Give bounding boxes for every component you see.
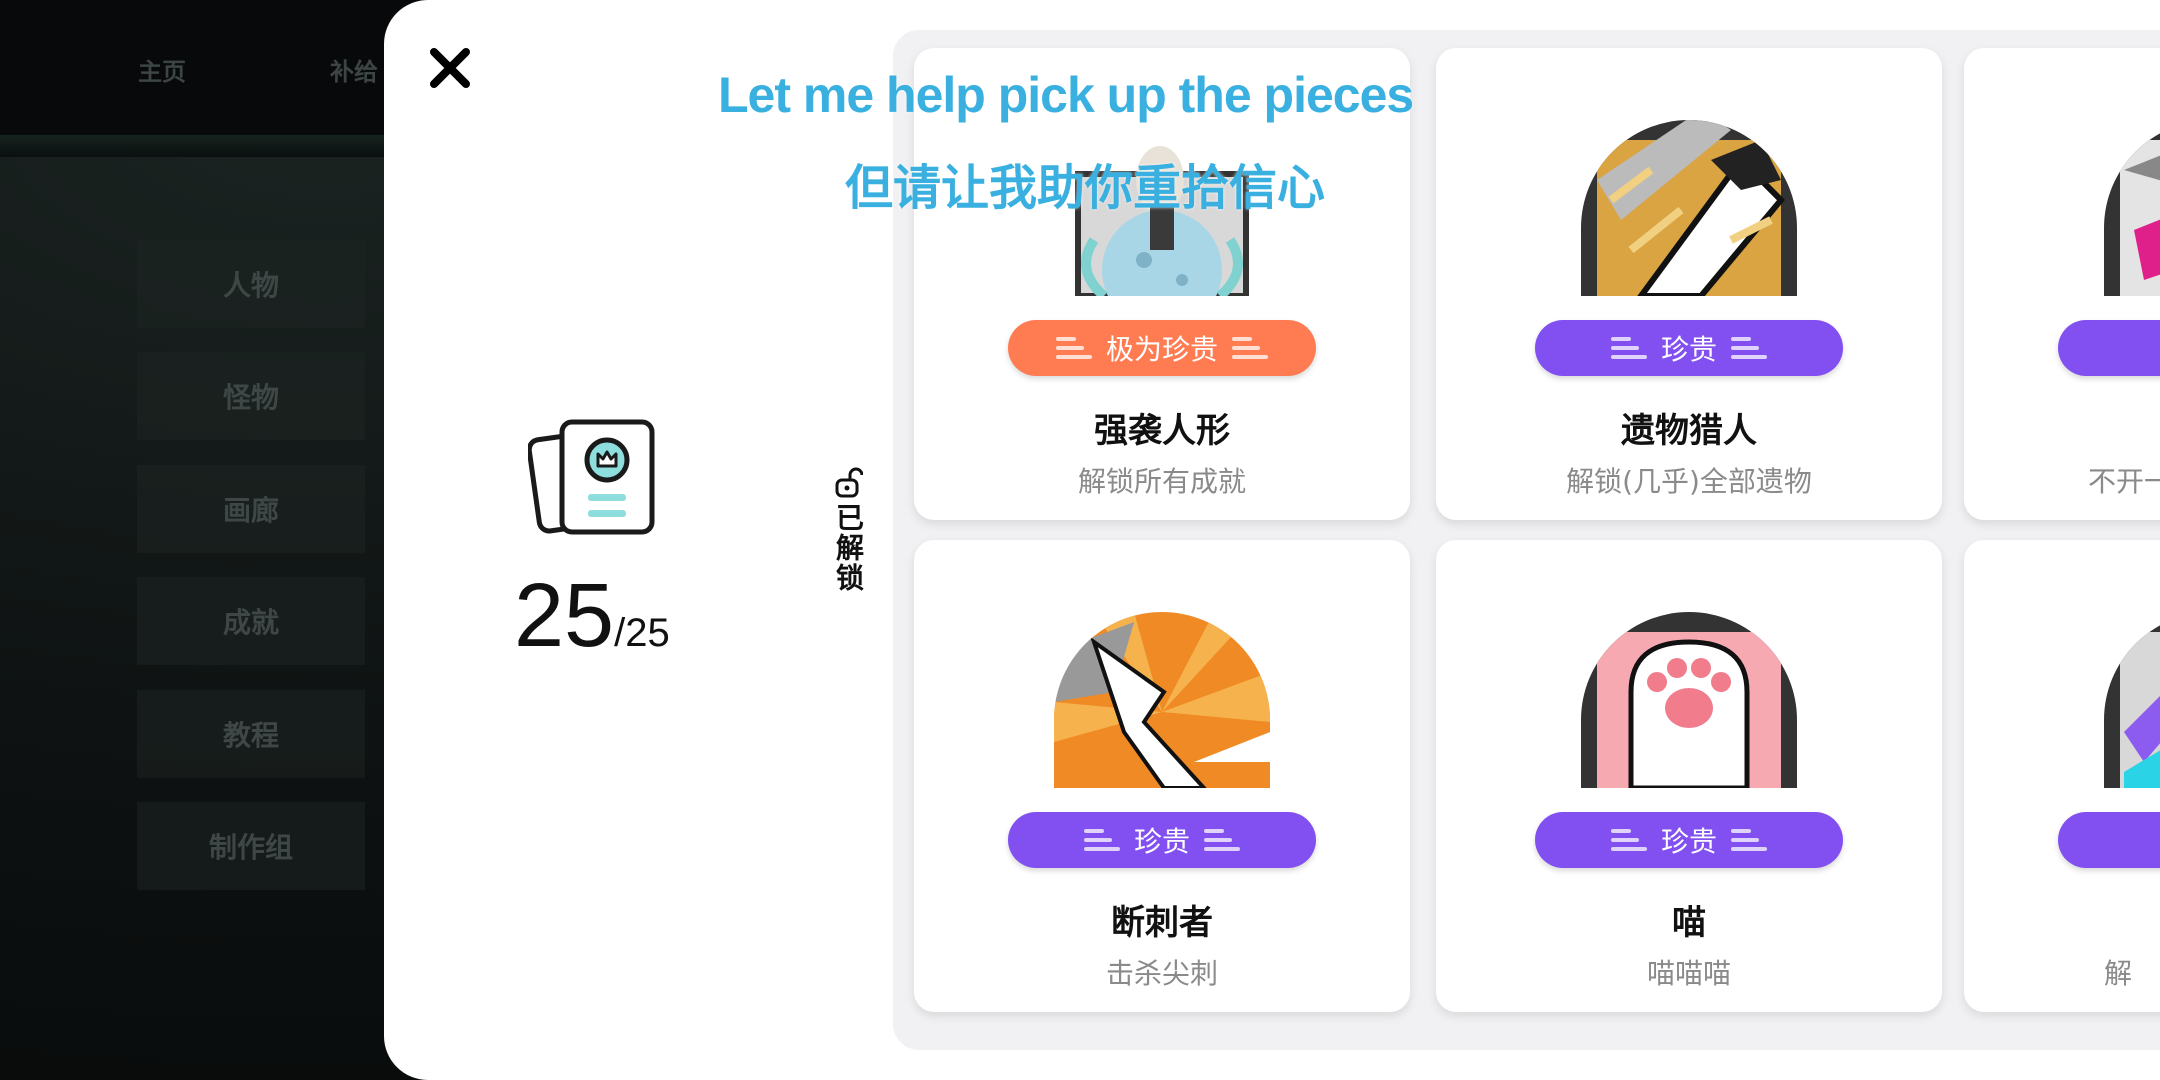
unlock-icon	[835, 467, 863, 498]
bg-nav-credits: 制作组	[137, 802, 365, 890]
unlocked-number: 25	[514, 566, 615, 666]
rarity-label: 极为珍贵	[1105, 333, 1218, 366]
lyric-chinese: 但请让我助你重拾信心	[845, 160, 1326, 216]
achievement-title: 强袭人形	[1094, 411, 1230, 451]
rarity-badge: 珍	[2058, 320, 2160, 376]
spike-breaker-image	[1054, 612, 1270, 788]
achievement-title: 断刺者	[1111, 903, 1213, 943]
rarity-badge: 珍贵	[1008, 812, 1316, 868]
rarity-badge: 极为珍贵	[1008, 320, 1316, 376]
achievement-desc: 解锁(几乎)全部遗物	[1566, 465, 1812, 498]
bg-nav-characters: 人物	[137, 240, 365, 328]
rarity-label: 珍贵	[1660, 825, 1717, 858]
bg-nav-tutorial: 教程	[137, 690, 365, 778]
achievement-desc: 击杀尖刺	[1105, 957, 1218, 990]
rarity-label: 珍贵	[1133, 825, 1190, 858]
badge-stripes-icon	[1610, 337, 1647, 359]
achievement-desc: 解锁所有成就	[1077, 465, 1246, 498]
achievement-card[interactable]: 珍贵 喵 喵喵喵	[1436, 540, 1942, 1012]
close-icon[interactable]	[424, 42, 476, 94]
achievement-card[interactable]: 珍 不开一	[1964, 48, 2160, 520]
badge-stripes-icon	[1731, 829, 1767, 851]
partial-achievement-image	[2104, 120, 2160, 296]
background-topbar-divider	[0, 135, 420, 157]
bg-nav-monsters: 怪物	[137, 352, 365, 440]
relic-hunter-image	[1581, 120, 1797, 296]
rarity-badge: 珍	[2058, 812, 2160, 868]
badge-stripes-icon	[1083, 829, 1120, 851]
rarity-badge: 珍贵	[1535, 320, 1843, 376]
rarity-label: 珍贵	[1660, 333, 1717, 366]
achievement-desc: 喵喵喵	[1646, 957, 1731, 990]
rarity-badge: 珍贵	[1535, 812, 1843, 868]
badge-stripes-icon	[1055, 337, 1092, 359]
badge-stripes-icon	[1204, 829, 1240, 851]
achievement-card[interactable]: 珍 解	[1964, 540, 2160, 1012]
achievement-card[interactable]: 珍贵 断刺者 击杀尖刺	[914, 540, 1410, 1012]
achievement-title: 遗物猎人	[1621, 411, 1757, 451]
unlocked-count: 25/25	[514, 565, 670, 668]
cat-paw-image	[1581, 612, 1797, 788]
bg-tab-home: 主页	[138, 58, 186, 86]
achievement-desc: 不开一	[2088, 465, 2160, 498]
unlocked-label: 已解锁	[830, 467, 866, 593]
bg-nav-achievements: 成就	[137, 577, 365, 665]
achievement-title: 喵	[1672, 903, 1706, 943]
unlocked-label-text: 已解锁	[832, 503, 865, 593]
lyric-english: Let me help pick up the pieces	[718, 67, 1414, 123]
badge-stripes-icon	[1731, 337, 1767, 359]
achievement-cards-icon	[528, 419, 655, 535]
bg-tab-supply: 补给	[330, 58, 378, 86]
partial-achievement-image	[2104, 612, 2160, 788]
total-number: /25	[614, 611, 670, 655]
achievement-desc: 解	[2104, 957, 2133, 990]
badge-stripes-icon	[1232, 337, 1268, 359]
bg-nav-gallery: 画廊	[137, 465, 365, 553]
badge-stripes-icon	[1610, 829, 1647, 851]
